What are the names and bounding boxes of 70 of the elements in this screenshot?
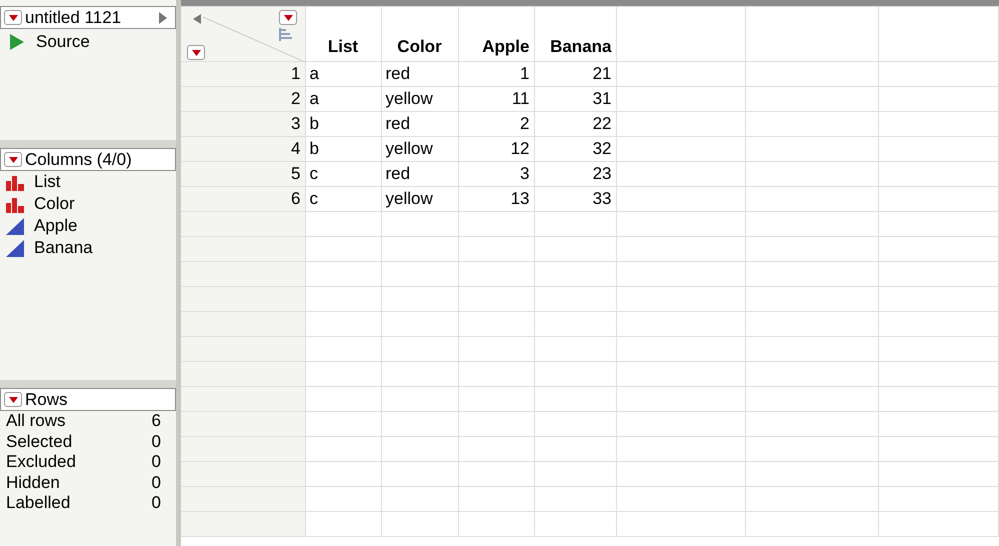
column-item[interactable]: Apple <box>34 216 78 236</box>
table-cell: 32 <box>534 136 616 162</box>
table-cell: 1 <box>458 62 534 86</box>
stat-value: 0 <box>152 432 161 452</box>
caret-icon <box>8 156 18 162</box>
caret-icon <box>8 396 18 402</box>
stat-label: Selected <box>6 432 72 452</box>
table-cell: 22 <box>534 112 616 136</box>
table-cell: yellow <box>381 186 458 212</box>
table-cell: red <box>381 62 458 86</box>
row-number: 2 <box>181 86 305 112</box>
table-cell: yellow <box>381 136 458 162</box>
table-cell: b <box>305 112 381 136</box>
menu-button[interactable] <box>4 392 22 407</box>
menu-button[interactable] <box>187 45 205 60</box>
play-icon <box>10 34 24 50</box>
table-cell: 11 <box>458 86 534 112</box>
bar-chart-icon <box>6 196 24 212</box>
table-cell: b <box>305 136 381 162</box>
stat-label: Excluded <box>6 452 76 472</box>
column-item[interactable]: Banana <box>34 238 93 258</box>
row-number: 6 <box>181 186 305 212</box>
caret-icon <box>8 14 18 20</box>
table-cell: red <box>381 162 458 186</box>
stat-label: Labelled <box>6 493 70 514</box>
table-cell: c <box>305 162 381 186</box>
row-number: 3 <box>181 112 305 136</box>
row-number: 4 <box>181 136 305 162</box>
triangle-icon <box>6 218 24 234</box>
table-cell: 13 <box>458 186 534 212</box>
caret-icon <box>192 50 200 56</box>
column-header[interactable]: Color <box>381 6 458 62</box>
table-cell: 23 <box>534 162 616 186</box>
table-cell: 21 <box>534 62 616 86</box>
panel-title: untitled 1121 <box>25 8 122 28</box>
table-cell: 2 <box>458 112 534 136</box>
stat-value: 0 <box>152 472 161 493</box>
table-cell: 33 <box>534 186 616 212</box>
column-header[interactable]: List <box>305 6 381 62</box>
column-item[interactable]: List <box>34 172 60 192</box>
stat-label: All rows <box>6 411 66 432</box>
stat-value: 6 <box>152 411 161 432</box>
table-cell: yellow <box>381 86 458 112</box>
row-number: 1 <box>181 62 305 86</box>
menu-button[interactable] <box>4 152 22 167</box>
stat-value: 0 <box>152 493 161 514</box>
table-cell: red <box>381 112 458 136</box>
row-number: 5 <box>181 162 305 186</box>
column-header[interactable]: Banana <box>534 6 616 62</box>
column-header[interactable]: Apple <box>458 6 534 62</box>
triangle-left-icon <box>193 14 201 24</box>
table-cell: 3 <box>458 162 534 186</box>
table-cell: a <box>305 62 381 86</box>
stat-label: Hidden <box>6 472 60 493</box>
menu-button[interactable] <box>4 10 22 25</box>
panel-title: Columns (4/0) <box>25 150 133 170</box>
table-cell: 12 <box>458 136 534 162</box>
triangle-icon <box>6 240 24 256</box>
script-item[interactable]: Source <box>36 32 90 52</box>
menu-button[interactable] <box>279 10 297 25</box>
table-cell: c <box>305 186 381 212</box>
triangle-right-icon <box>159 12 167 24</box>
caret-icon <box>284 14 292 20</box>
stat-value: 0 <box>152 452 161 472</box>
table-cell: a <box>305 86 381 112</box>
bar-chart-icon <box>6 174 24 190</box>
tree-icon <box>279 28 292 41</box>
column-item[interactable]: Color <box>34 194 75 214</box>
panel-title: Rows <box>25 390 69 410</box>
table-cell: 31 <box>534 86 616 112</box>
